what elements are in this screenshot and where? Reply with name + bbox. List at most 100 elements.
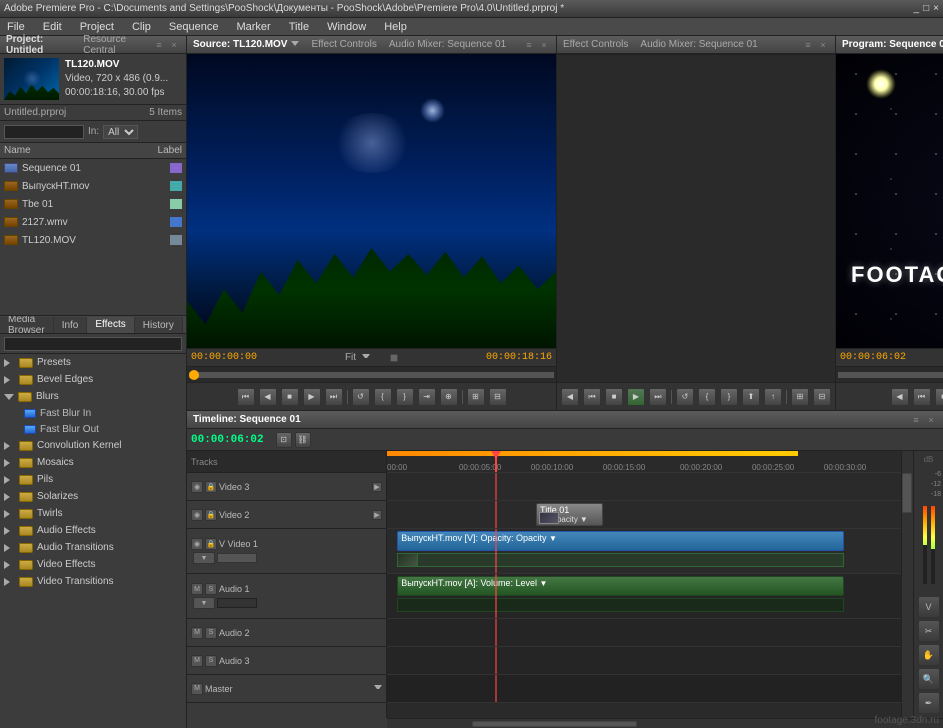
ec-play-back-btn[interactable]: ◀ bbox=[561, 388, 579, 406]
timeline-hscrollbar[interactable] bbox=[387, 718, 943, 728]
effects-group-video-effects[interactable]: Video Effects bbox=[0, 556, 186, 573]
tool-pen[interactable]: ✒ bbox=[918, 692, 940, 714]
step-fwd-btn[interactable]: ⏭ bbox=[325, 388, 343, 406]
play-btn[interactable]: ▶ bbox=[303, 388, 321, 406]
clip-video1-main[interactable]: ВыпускHT.mov [V]: Opacity: Opacity ▼ bbox=[397, 531, 844, 551]
track-lock-btn-v1[interactable]: 🔒 bbox=[205, 538, 217, 550]
effects-search-input[interactable] bbox=[4, 337, 182, 351]
track-mute-btn-a3[interactable]: M bbox=[191, 655, 203, 667]
program-timecode[interactable]: 00:00:06:02 bbox=[840, 352, 906, 363]
tab-effects[interactable]: Effects bbox=[87, 317, 134, 333]
overlay-btn[interactable]: ⊕ bbox=[440, 388, 458, 406]
ec-step-fwd-btn[interactable]: ⏭ bbox=[649, 388, 667, 406]
ec-mark-out-btn[interactable]: } bbox=[720, 388, 738, 406]
ec-panel-close[interactable]: × bbox=[817, 39, 829, 51]
effect-fast-blur-out[interactable]: Fast Blur Out bbox=[0, 421, 186, 437]
menu-help[interactable]: Help bbox=[381, 20, 410, 34]
panel-menu-icon[interactable]: ≡ bbox=[153, 39, 165, 51]
timeline-timecode[interactable]: 00:00:06:02 bbox=[191, 434, 264, 446]
timeline-ruler[interactable]: 00:00 00:00:05:00 00:00:10:00 00:00:15:0… bbox=[387, 451, 901, 473]
list-item[interactable]: ВыпускHT.mov bbox=[0, 177, 186, 195]
menu-window[interactable]: Window bbox=[324, 20, 369, 34]
timeline-panel-close[interactable]: × bbox=[925, 414, 937, 426]
clip-opacity-dd[interactable]: ▼ bbox=[549, 534, 557, 543]
menu-project[interactable]: Project bbox=[77, 20, 117, 34]
tool-select[interactable]: V bbox=[918, 596, 940, 618]
project-search-input[interactable] bbox=[4, 125, 84, 139]
maximize-btn[interactable]: □ bbox=[923, 3, 929, 14]
effects-group-audio-transitions[interactable]: Audio Transitions bbox=[0, 539, 186, 556]
effects-group-twirls[interactable]: Twirls bbox=[0, 505, 186, 522]
master-expand-icon[interactable] bbox=[374, 685, 382, 693]
track-solo-btn-a2[interactable]: S bbox=[205, 627, 217, 639]
effects-group-convolution[interactable]: Convolution Kernel bbox=[0, 437, 186, 454]
tab-history[interactable]: History bbox=[135, 317, 183, 333]
list-item[interactable]: 2127.wmv bbox=[0, 213, 186, 231]
timeline-vscrollbar[interactable] bbox=[901, 451, 913, 718]
list-item[interactable]: TL120.MOV bbox=[0, 231, 186, 249]
track-lock-btn-v3[interactable]: 🔒 bbox=[205, 481, 217, 493]
mark-in-btn[interactable]: { bbox=[374, 388, 392, 406]
source-tab-dropdown[interactable] bbox=[291, 41, 299, 49]
prog-stop-btn[interactable]: ■ bbox=[935, 388, 943, 406]
track-expand-btn-v1[interactable]: ▼ bbox=[193, 552, 215, 564]
safe-zones-btn[interactable]: ⊞ bbox=[467, 388, 485, 406]
track-solo-btn-a3[interactable]: S bbox=[205, 655, 217, 667]
tool-razor[interactable]: ✂ bbox=[918, 620, 940, 642]
clip-volume-dd[interactable]: ▼ bbox=[540, 579, 548, 588]
close-btn[interactable]: × bbox=[933, 3, 939, 14]
menu-marker[interactable]: Marker bbox=[233, 20, 273, 34]
ec-lift-btn[interactable]: ⬆ bbox=[742, 388, 760, 406]
hscrollbar-thumb[interactable] bbox=[472, 721, 638, 727]
prog-step-back-btn[interactable]: ⏮ bbox=[913, 388, 931, 406]
prog-play-back-btn[interactable]: ◀ bbox=[891, 388, 909, 406]
source-tab-active[interactable]: Source: TL120.MOV bbox=[193, 39, 287, 50]
ec-panel-menu[interactable]: ≡ bbox=[802, 39, 814, 51]
source-panel-close[interactable]: × bbox=[538, 39, 550, 51]
clip-title01[interactable]: Title 01 fx: Opacity ▼ bbox=[536, 503, 603, 526]
output-btn[interactable]: ⊟ bbox=[489, 388, 507, 406]
track-mute-btn-a2[interactable]: M bbox=[191, 627, 203, 639]
effects-group-mosaics[interactable]: Mosaics bbox=[0, 454, 186, 471]
ec-mark-in-btn[interactable]: { bbox=[698, 388, 716, 406]
track-lock-btn-v2[interactable]: 🔒 bbox=[205, 509, 217, 521]
ec-extract-btn[interactable]: ↑ bbox=[764, 388, 782, 406]
effects-group-solarizes[interactable]: Solarizes bbox=[0, 488, 186, 505]
menu-sequence[interactable]: Sequence bbox=[166, 20, 222, 34]
tool-hand[interactable]: ✋ bbox=[918, 644, 940, 666]
mark-out-btn[interactable]: } bbox=[396, 388, 414, 406]
ec-output-btn2[interactable]: ⊟ bbox=[813, 388, 831, 406]
program-timeline-scrubber[interactable] bbox=[836, 366, 943, 382]
track-vis-btn-v2[interactable]: ◉ bbox=[191, 509, 203, 521]
ec-stop-btn[interactable]: ■ bbox=[605, 388, 623, 406]
track-vis-btn-v1[interactable]: ◉ bbox=[191, 538, 203, 550]
vscrollbar-thumb[interactable] bbox=[902, 473, 912, 513]
insert-btn[interactable]: ⇥ bbox=[418, 388, 436, 406]
menu-file[interactable]: File bbox=[4, 20, 28, 34]
timeline-panel-menu[interactable]: ≡ bbox=[910, 414, 922, 426]
source-timeline-scrubber[interactable] bbox=[187, 366, 556, 382]
audio-mixer-tab[interactable]: Audio Mixer: Sequence 01 bbox=[389, 39, 506, 50]
track-vis-btn-v3[interactable]: ◉ bbox=[191, 481, 203, 493]
source-panel-menu[interactable]: ≡ bbox=[523, 39, 535, 51]
clip-opacity-dropdown[interactable]: ▼ bbox=[580, 515, 588, 524]
list-item[interactable]: Tbe 01 bbox=[0, 195, 186, 213]
list-item[interactable]: Sequence 01 bbox=[0, 159, 186, 177]
tool-zoom[interactable]: 🔍 bbox=[918, 668, 940, 690]
clip-audio1-main[interactable]: ВыпускHT.mov [A]: Volume: Level ▼ bbox=[397, 576, 844, 596]
track-expand-v3[interactable]: ▶ bbox=[372, 482, 382, 492]
tl-snap-btn[interactable]: ⊡ bbox=[276, 432, 292, 448]
effect-fast-blur-in[interactable]: Fast Blur In bbox=[0, 405, 186, 421]
effects-group-blurs[interactable]: Blurs bbox=[0, 388, 186, 405]
effects-group-video-transitions[interactable]: Video Transitions bbox=[0, 573, 186, 590]
effect-controls-tab[interactable]: Effect Controls bbox=[311, 39, 376, 50]
ec-loop-btn[interactable]: ↺ bbox=[676, 388, 694, 406]
project-in-select[interactable]: All bbox=[103, 125, 138, 139]
effects-group-bevel[interactable]: Bevel Edges bbox=[0, 371, 186, 388]
stop-btn[interactable]: ■ bbox=[281, 388, 299, 406]
tab-media-browser[interactable]: Media Browser bbox=[0, 317, 54, 333]
menu-clip[interactable]: Clip bbox=[129, 20, 154, 34]
play-back-btn[interactable]: ◀ bbox=[259, 388, 277, 406]
effects-group-audio-effects[interactable]: Audio Effects bbox=[0, 522, 186, 539]
effects-panel-menu[interactable]: ≡ bbox=[183, 321, 186, 333]
